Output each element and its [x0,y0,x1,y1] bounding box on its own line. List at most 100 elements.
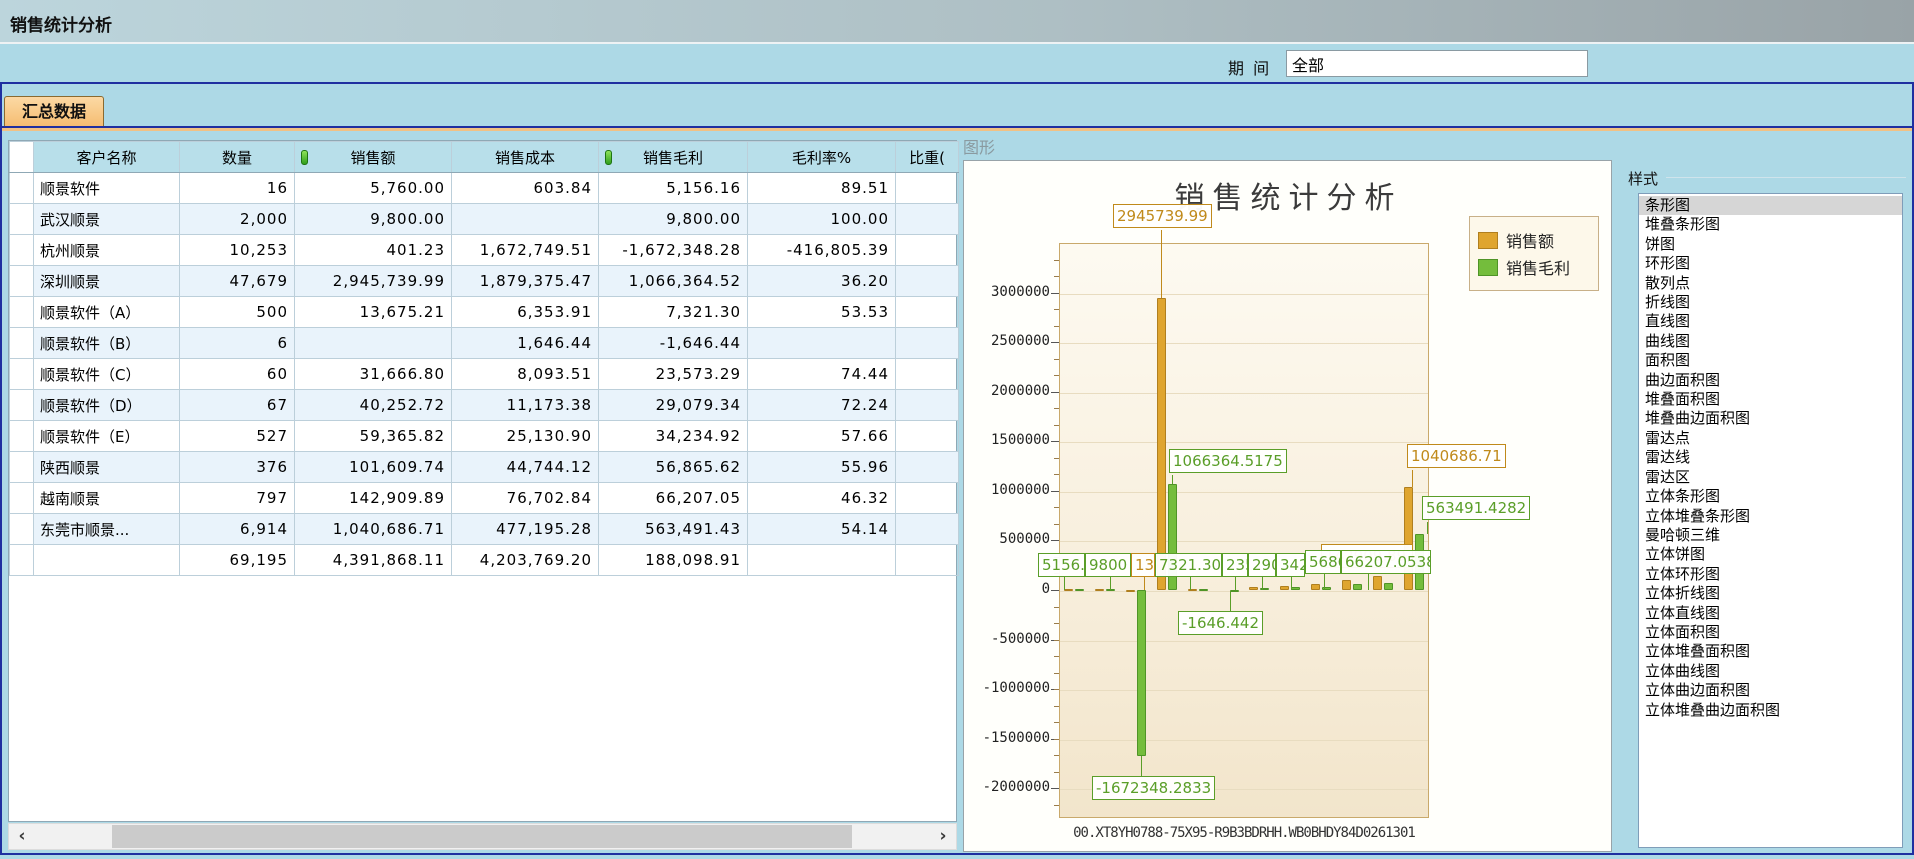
row-selector-cell[interactable] [10,421,34,452]
table-cell[interactable]: 57.66 [748,421,896,452]
column-header[interactable]: 销售毛利 [599,142,748,173]
table-cell[interactable]: 深圳顺景 [34,266,180,297]
table-cell[interactable]: 34,234.92 [599,421,748,452]
tab-summary-data[interactable]: 汇总数据 [4,96,104,126]
table-cell[interactable]: 9,800.00 [295,204,452,235]
chart-style-listbox[interactable]: 条形图堆叠条形图饼图环形图散列点折线图直线图曲线图面积图曲边面积图堆叠面积图堆叠… [1638,193,1903,848]
table-row[interactable]: 东莞市顺景...6,9141,040,686.71477,195.28563,4… [10,514,959,545]
table-cell[interactable] [748,328,896,359]
style-list-item[interactable]: 折线图 [1639,293,1902,312]
style-list-item[interactable]: 雷达点 [1639,429,1902,448]
table-cell[interactable]: 36.20 [748,266,896,297]
table-cell[interactable]: 2,945,739.99 [295,266,452,297]
table-cell[interactable]: -1,672,348.28 [599,235,748,266]
table-cell[interactable]: 72.24 [748,390,896,421]
table-cell[interactable]: 101,609.74 [295,452,452,483]
table-cell[interactable] [452,204,599,235]
table-cell[interactable]: 54.14 [748,514,896,545]
table-cell[interactable]: 1,066,364.52 [599,266,748,297]
style-list-item[interactable]: 立体堆叠条形图 [1639,507,1902,526]
table-cell[interactable]: 500 [180,297,295,328]
table-cell[interactable]: 2,000 [180,204,295,235]
horizontal-scrollbar[interactable]: ‹ › [8,823,957,850]
style-list-item[interactable]: 立体曲边面积图 [1639,681,1902,700]
style-list-item[interactable]: 曼哈顿三维 [1639,526,1902,545]
style-list-item[interactable]: 立体环形图 [1639,565,1902,584]
table-cell[interactable]: 142,909.89 [295,483,452,514]
table-cell[interactable]: 66,207.05 [599,483,748,514]
style-list-item[interactable]: 雷达区 [1639,468,1902,487]
table-cell[interactable] [896,483,959,514]
column-header[interactable]: 数量 [180,142,295,173]
table-cell[interactable]: 陕西顺景 [34,452,180,483]
table-cell[interactable] [896,359,959,390]
row-selector-cell[interactable] [10,235,34,266]
table-row[interactable]: 顺景软件165,760.00603.845,156.1689.51 [10,173,959,204]
table-cell[interactable]: 55.96 [748,452,896,483]
style-list-item[interactable]: 饼图 [1639,235,1902,254]
table-cell[interactable]: 顺景软件（E） [34,421,180,452]
table-cell[interactable]: 23,573.29 [599,359,748,390]
table-cell[interactable]: 11,173.38 [452,390,599,421]
table-cell[interactable] [896,266,959,297]
table-cell[interactable] [896,390,959,421]
table-row[interactable]: 69,1954,391,868.114,203,769.20188,098.91 [10,545,959,576]
row-selector-cell[interactable] [10,483,34,514]
table-cell[interactable]: 69,195 [180,545,295,576]
table-cell[interactable] [896,297,959,328]
table-cell[interactable]: 顺景软件（B） [34,328,180,359]
row-selector-cell[interactable] [10,204,34,235]
table-cell[interactable]: 56,865.62 [599,452,748,483]
table-row[interactable]: 杭州顺景10,253401.231,672,749.51-1,672,348.2… [10,235,959,266]
table-cell[interactable]: 杭州顺景 [34,235,180,266]
table-row[interactable]: 武汉顺景2,0009,800.009,800.00100.00 [10,204,959,235]
table-row[interactable]: 顺景软件（A）50013,675.216,353.917,321.3053.53 [10,297,959,328]
table-row[interactable]: 顺景软件（B）61,646.44-1,646.44 [10,328,959,359]
table-cell[interactable]: 100.00 [748,204,896,235]
row-selector-cell[interactable] [10,359,34,390]
table-cell[interactable]: 376 [180,452,295,483]
table-cell[interactable]: 44,744.12 [452,452,599,483]
table-cell[interactable]: 563,491.43 [599,514,748,545]
scroll-left-button[interactable]: ‹ [9,824,35,849]
table-cell[interactable]: 5,156.16 [599,173,748,204]
table-cell[interactable] [896,514,959,545]
table-cell[interactable]: 顺景软件（D） [34,390,180,421]
table-cell[interactable]: 89.51 [748,173,896,204]
column-header[interactable]: 销售额 [295,142,452,173]
style-list-item[interactable]: 堆叠曲边面积图 [1639,409,1902,428]
table-cell[interactable]: 401.23 [295,235,452,266]
table-cell[interactable] [896,452,959,483]
row-selector-cell[interactable] [10,297,34,328]
table-cell[interactable]: 6,914 [180,514,295,545]
row-selector-cell[interactable] [10,545,34,576]
table-cell[interactable]: 16 [180,173,295,204]
table-row[interactable]: 深圳顺景47,6792,945,739.991,879,375.471,066,… [10,266,959,297]
table-cell[interactable] [295,328,452,359]
column-header[interactable]: 销售成本 [452,142,599,173]
scrollbar-thumb[interactable] [112,825,852,848]
table-cell[interactable] [896,235,959,266]
table-cell[interactable]: 31,666.80 [295,359,452,390]
table-row[interactable]: 顺景软件（D）6740,252.7211,173.3829,079.3472.2… [10,390,959,421]
table-cell[interactable]: 47,679 [180,266,295,297]
style-list-item[interactable]: 堆叠面积图 [1639,390,1902,409]
table-cell[interactable]: 603.84 [452,173,599,204]
table-cell[interactable] [34,545,180,576]
table-cell[interactable] [896,421,959,452]
style-list-item[interactable]: 雷达线 [1639,448,1902,467]
table-cell[interactable]: 7,321.30 [599,297,748,328]
table-cell[interactable]: 武汉顺景 [34,204,180,235]
style-list-item[interactable]: 堆叠条形图 [1639,215,1902,234]
style-list-item[interactable]: 条形图 [1639,196,1902,215]
table-cell[interactable] [896,204,959,235]
table-cell[interactable]: 8,093.51 [452,359,599,390]
row-selector-cell[interactable] [10,390,34,421]
table-cell[interactable] [896,545,959,576]
period-input[interactable] [1286,50,1588,77]
table-cell[interactable]: -1,646.44 [599,328,748,359]
style-list-item[interactable]: 立体折线图 [1639,584,1902,603]
table-cell[interactable]: 76,702.84 [452,483,599,514]
table-cell[interactable]: 9,800.00 [599,204,748,235]
table-row[interactable]: 顺景软件（C）6031,666.808,093.5123,573.2974.44 [10,359,959,390]
